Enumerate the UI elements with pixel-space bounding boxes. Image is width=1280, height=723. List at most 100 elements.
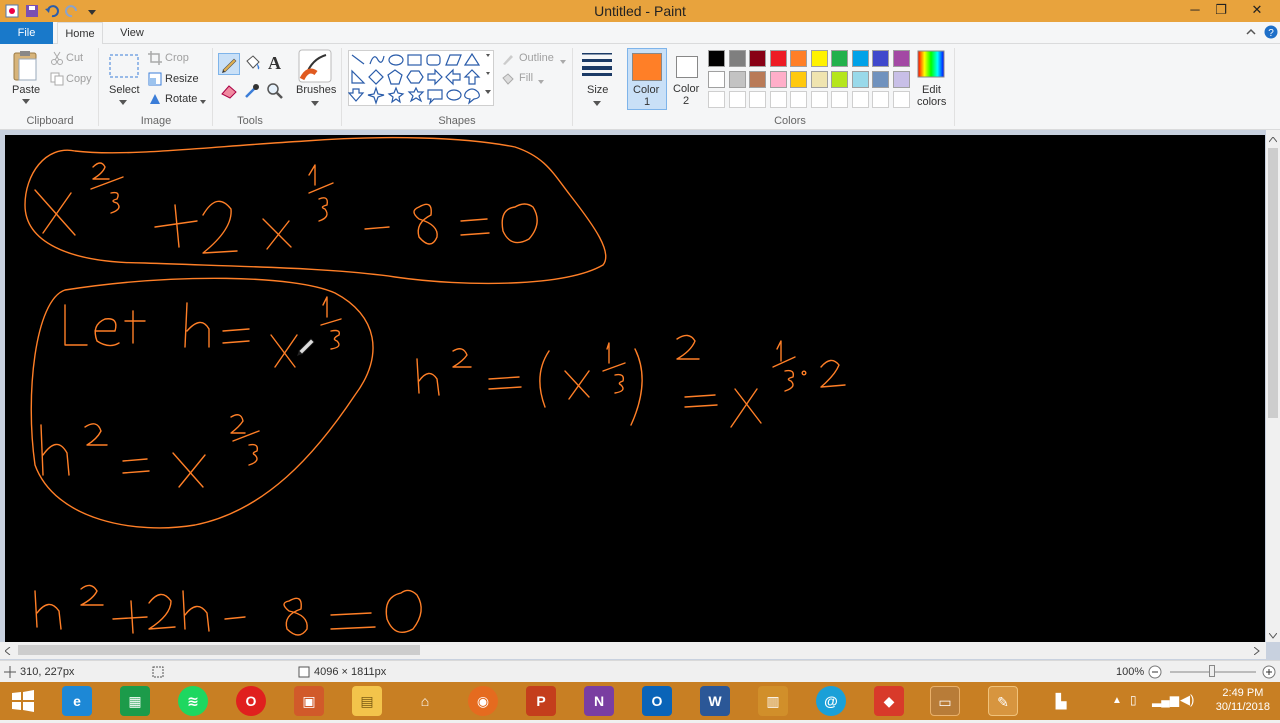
tab-home[interactable]: Home (57, 22, 103, 45)
help-icon[interactable]: ? (1264, 25, 1278, 39)
text-icon[interactable]: A (266, 52, 284, 75)
palette-swatch[interactable] (708, 70, 725, 88)
start-button-icon[interactable] (8, 686, 38, 716)
paste-dropdown-icon[interactable] (22, 96, 30, 108)
calendar-app-icon[interactable]: ◆ (874, 686, 904, 716)
tool-app-icon[interactable]: ▙ (1046, 686, 1076, 716)
tab-file[interactable]: File (0, 22, 53, 44)
powerpoint-icon[interactable]: P (526, 686, 556, 716)
palette-swatch[interactable] (769, 50, 787, 67)
tray-device-icon[interactable]: ▯ (1130, 693, 1137, 707)
copy-icon[interactable] (50, 72, 64, 89)
palette-swatch-empty[interactable] (892, 91, 910, 108)
photos-icon[interactable]: ▣ (294, 686, 324, 716)
paste-label[interactable]: Paste (12, 84, 40, 96)
palette-swatch[interactable] (728, 70, 746, 88)
edit-colors-label-2[interactable]: colors (917, 96, 946, 108)
system-clock[interactable]: 2:49 PM 30/11/2018 (1216, 686, 1270, 714)
rotate-dropdown-icon[interactable] (200, 96, 206, 108)
tab-view[interactable]: View (110, 22, 154, 44)
palette-swatch[interactable] (831, 70, 848, 88)
color-picker-icon[interactable] (243, 82, 261, 103)
size-label[interactable]: Size (587, 84, 608, 96)
taskbar-window-icon[interactable]: ▭ (930, 686, 960, 716)
archive-icon[interactable]: ▥ (758, 686, 788, 716)
rotate-label[interactable]: Rotate (165, 93, 197, 105)
size-icon[interactable] (581, 50, 613, 79)
select-label[interactable]: Select (109, 84, 140, 96)
palette-swatch[interactable] (892, 70, 910, 88)
brushes-dropdown-icon[interactable] (311, 98, 319, 110)
scroll-down-icon[interactable] (1268, 630, 1278, 642)
eraser-icon[interactable] (220, 82, 238, 103)
palette-swatch[interactable] (872, 50, 889, 67)
scroll-right-icon[interactable] (1253, 646, 1260, 658)
palette-swatch[interactable] (790, 50, 807, 67)
opera-icon[interactable]: O (236, 686, 266, 716)
palette-swatch-empty[interactable] (749, 91, 766, 108)
palette-swatch-empty[interactable] (769, 91, 787, 108)
palette-swatch[interactable] (728, 50, 746, 67)
brushes-label[interactable]: Brushes (296, 84, 336, 96)
palette-swatch-empty[interactable] (810, 91, 828, 108)
palette-swatch-empty[interactable] (790, 91, 807, 108)
palette-swatch[interactable] (851, 70, 869, 88)
network-icon[interactable]: ▂▄▆ (1152, 693, 1179, 707)
palette-swatch-empty[interactable] (708, 91, 725, 108)
scroll-up-icon[interactable] (1268, 134, 1278, 146)
select-icon[interactable] (109, 54, 139, 81)
palette-swatch-empty[interactable] (728, 91, 746, 108)
firefox-icon[interactable]: ◉ (468, 686, 498, 716)
palette-swatch[interactable] (851, 50, 869, 67)
brushes-icon[interactable] (298, 49, 332, 86)
home-icon[interactable]: ⌂ (410, 686, 440, 716)
cut-icon[interactable] (50, 51, 64, 68)
resize-icon[interactable] (148, 72, 162, 89)
color1-selector[interactable]: Color 1 (627, 48, 667, 110)
outlook-icon[interactable]: O (642, 686, 672, 716)
resize-label[interactable]: Resize (165, 73, 199, 85)
horizontal-scroll-thumb[interactable] (18, 645, 420, 655)
fill-label[interactable]: Fill (519, 72, 533, 84)
onenote-icon[interactable]: N (584, 686, 614, 716)
palette-swatch[interactable] (708, 50, 725, 67)
paste-icon[interactable] (12, 50, 40, 85)
horizontal-scrollbar[interactable] (0, 642, 1266, 659)
outline-icon[interactable] (500, 52, 514, 69)
edit-colors-label[interactable]: Edit (922, 84, 941, 96)
palette-swatch[interactable] (892, 50, 910, 67)
rotate-icon[interactable] (148, 92, 162, 109)
color1-swatch[interactable] (632, 53, 662, 81)
shapes-gallery-icon[interactable] (347, 50, 494, 109)
pencil-icon[interactable] (218, 53, 240, 75)
zoom-in-icon[interactable] (1262, 665, 1276, 682)
scroll-left-icon[interactable] (4, 646, 11, 658)
palette-swatch[interactable] (749, 70, 766, 88)
vertical-scrollbar[interactable] (1266, 130, 1280, 642)
close-button[interactable]: ✕ (1242, 0, 1272, 22)
color2-selector[interactable]: Color 2 (669, 48, 705, 110)
store-icon[interactable]: ▦ (120, 686, 150, 716)
fill-dropdown-icon[interactable] (538, 76, 544, 88)
internet-explorer-icon[interactable]: e (62, 686, 92, 716)
mail-icon[interactable]: @ (816, 686, 846, 716)
palette-swatch[interactable] (769, 70, 787, 88)
outline-dropdown-icon[interactable] (560, 56, 566, 68)
collapse-ribbon-icon[interactable] (1244, 25, 1258, 39)
spotify-icon[interactable]: ≋ (178, 686, 208, 716)
drawing-canvas[interactable] (5, 135, 1265, 642)
file-explorer-icon[interactable]: ▤ (352, 686, 382, 716)
crop-icon[interactable] (148, 51, 162, 68)
cut-label[interactable]: Cut (66, 52, 83, 64)
word-icon[interactable]: W (700, 686, 730, 716)
copy-label[interactable]: Copy (66, 73, 92, 85)
palette-swatch[interactable] (872, 70, 889, 88)
zoom-out-icon[interactable] (1148, 665, 1162, 682)
paint-taskbar-icon[interactable]: ✎ (988, 686, 1018, 716)
magnifier-icon[interactable] (266, 82, 284, 103)
zoom-slider-thumb[interactable] (1209, 665, 1215, 677)
crop-label[interactable]: Crop (165, 52, 189, 64)
volume-icon[interactable]: ◀) (1180, 692, 1194, 708)
palette-swatch-empty[interactable] (872, 91, 889, 108)
palette-swatch-empty[interactable] (851, 91, 869, 108)
